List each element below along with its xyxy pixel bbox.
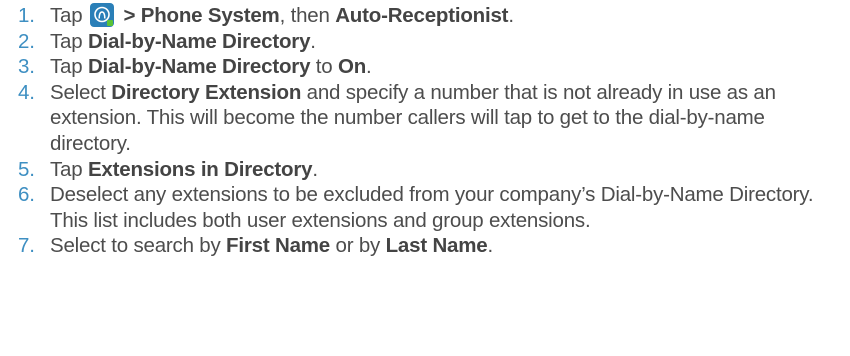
step-bold-text: Dial-by-Name Directory xyxy=(87,55,311,79)
step-text: Select to search by xyxy=(50,234,227,258)
step-4: 4. Select Directory Extension and specif… xyxy=(18,80,846,157)
step-text: Deselect any extensions to be excluded f… xyxy=(50,183,814,232)
step-number: 1. xyxy=(18,4,35,27)
step-bold-text: Last Name xyxy=(385,234,488,258)
step-number: 2. xyxy=(18,29,35,53)
step-1: 1. Tap > Phone System, then Auto-Recepti… xyxy=(18,3,846,29)
step-number: 5. xyxy=(18,157,35,181)
step-number: 4. xyxy=(18,80,35,104)
step-7: 7. Select to search by First Name or by … xyxy=(18,233,846,259)
step-number: 7. xyxy=(18,234,35,258)
step-6: 6. Deselect any extensions to be exclude… xyxy=(18,182,846,233)
step-text: Tap xyxy=(50,55,88,79)
step-number: 3. xyxy=(18,55,35,79)
step-5: 5. Tap Extensions in Directory. xyxy=(18,157,846,183)
step-bold-text: Auto-Receptionist xyxy=(335,4,509,27)
step-text: Tap xyxy=(50,4,88,27)
step-text: . xyxy=(487,234,493,258)
step-text: Tap xyxy=(50,29,88,53)
step-text: . xyxy=(366,55,372,79)
step-text: . xyxy=(508,4,514,27)
step-text: . xyxy=(312,157,318,181)
step-text: Tap xyxy=(50,157,88,181)
step-bold-text: Dial-by-Name Directory xyxy=(87,29,311,53)
step-text: to xyxy=(310,55,338,79)
step-bold-text: > Phone System xyxy=(117,4,280,27)
profile-app-icon xyxy=(89,3,114,27)
step-text: Select xyxy=(50,80,112,104)
step-text: , then xyxy=(279,4,336,27)
step-number: 6. xyxy=(18,183,35,207)
step-3: 3. Tap Dial-by-Name Directory to On. xyxy=(18,54,846,80)
step-text: or by xyxy=(330,234,386,258)
step-bold-text: On xyxy=(337,55,367,79)
instruction-list: 1. Tap > Phone System, then Auto-Recepti… xyxy=(18,3,846,259)
step-2: 2. Tap Dial-by-Name Directory. xyxy=(18,29,846,55)
step-bold-text: Extensions in Directory xyxy=(87,157,313,181)
step-bold-text: Directory Extension xyxy=(111,80,302,104)
step-bold-text: First Name xyxy=(226,234,331,258)
step-text: . xyxy=(310,29,316,53)
